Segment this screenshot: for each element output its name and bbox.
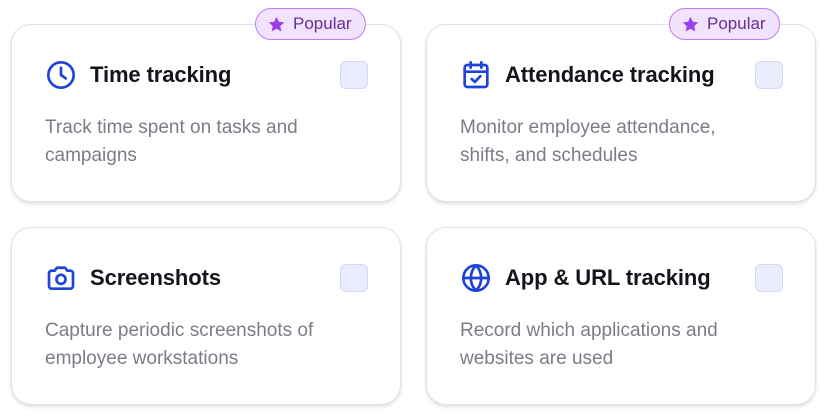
card-description: Capture periodic screenshots of employee… xyxy=(45,320,314,369)
feature-card-app-url-tracking[interactable]: App & URL tracking Record which applicat… xyxy=(426,227,816,405)
popular-badge-attendance-tracking: Popular xyxy=(669,8,780,40)
time-tracking-checkbox[interactable] xyxy=(340,61,368,89)
globe-icon xyxy=(460,262,492,294)
feature-card-time-tracking[interactable]: Time tracking Track time spent on tasks … xyxy=(11,24,401,202)
screenshots-checkbox[interactable] xyxy=(340,264,368,292)
clock-icon xyxy=(45,59,77,91)
popular-badge-time-tracking: Popular xyxy=(255,8,366,40)
card-title: Attendance tracking xyxy=(505,62,715,87)
camera-icon xyxy=(45,262,77,294)
popular-badge-label: Popular xyxy=(707,14,766,33)
card-description: Record which applications and websites a… xyxy=(460,320,718,369)
calendar-check-icon xyxy=(460,59,492,91)
app-url-tracking-checkbox[interactable] xyxy=(755,264,783,292)
star-icon xyxy=(681,15,700,34)
attendance-tracking-checkbox[interactable] xyxy=(755,61,783,89)
card-title: Time tracking xyxy=(90,62,232,87)
feature-card-attendance-tracking[interactable]: Attendance tracking Monitor employee att… xyxy=(426,24,816,202)
feature-card-screenshots[interactable]: Screenshots Capture periodic screenshots… xyxy=(11,227,401,405)
card-title: Screenshots xyxy=(90,265,221,290)
card-title: App & URL tracking xyxy=(505,265,711,290)
card-description: Track time spent on tasks and campaigns xyxy=(45,117,298,166)
star-icon xyxy=(267,15,286,34)
card-description: Monitor employee attendance, shifts, and… xyxy=(460,117,716,166)
popular-badge-label: Popular xyxy=(293,14,352,33)
